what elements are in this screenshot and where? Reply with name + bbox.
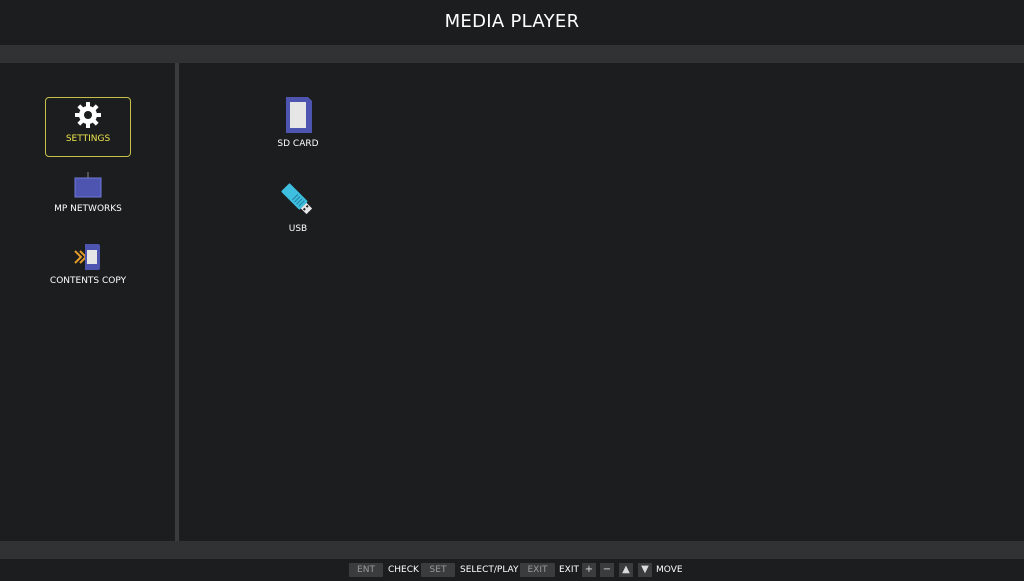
sidebar-item-mp-networks[interactable]: MP NETWORKS [45,172,131,214]
page-title: MEDIA PLAYER [444,11,580,32]
sidebar-item-contents-copy[interactable]: CONTENTS COPY [45,242,131,286]
panel-divider [175,63,179,541]
usb-icon [281,183,313,215]
title-bar: MEDIA PLAYER [0,0,1024,45]
up-arrow-key[interactable]: ▲ [619,563,633,577]
network-icon [74,172,102,198]
media-item-usb[interactable]: USB [258,180,338,234]
move-key-label: MOVE [656,565,683,575]
plus-key[interactable]: + [582,563,596,577]
media-item-label: USB [288,224,308,234]
sidebar-item-label: SETTINGS [65,134,111,144]
top-band [0,45,1024,63]
bottom-band [0,541,1024,559]
gear-icon [75,102,101,128]
exit-key[interactable]: EXIT [520,563,555,577]
minus-key[interactable]: − [600,563,614,577]
ent-key[interactable]: ENT [349,563,383,577]
sidebar-item-settings[interactable]: SETTINGS [45,97,131,157]
copy-icon [74,244,100,270]
sd-card-icon [286,97,312,133]
sidebar-item-label: CONTENTS COPY [49,276,127,286]
media-item-sd-card[interactable]: SD CARD [258,95,338,149]
media-item-label: SD CARD [277,139,319,149]
down-arrow-key[interactable]: ▼ [638,563,652,577]
set-key[interactable]: SET [421,563,455,577]
set-key-label: SELECT/PLAY [460,565,519,575]
exit-key-label: EXIT [559,565,580,575]
ent-key-label: CHECK [388,565,419,575]
sidebar-item-label: MP NETWORKS [54,204,122,214]
